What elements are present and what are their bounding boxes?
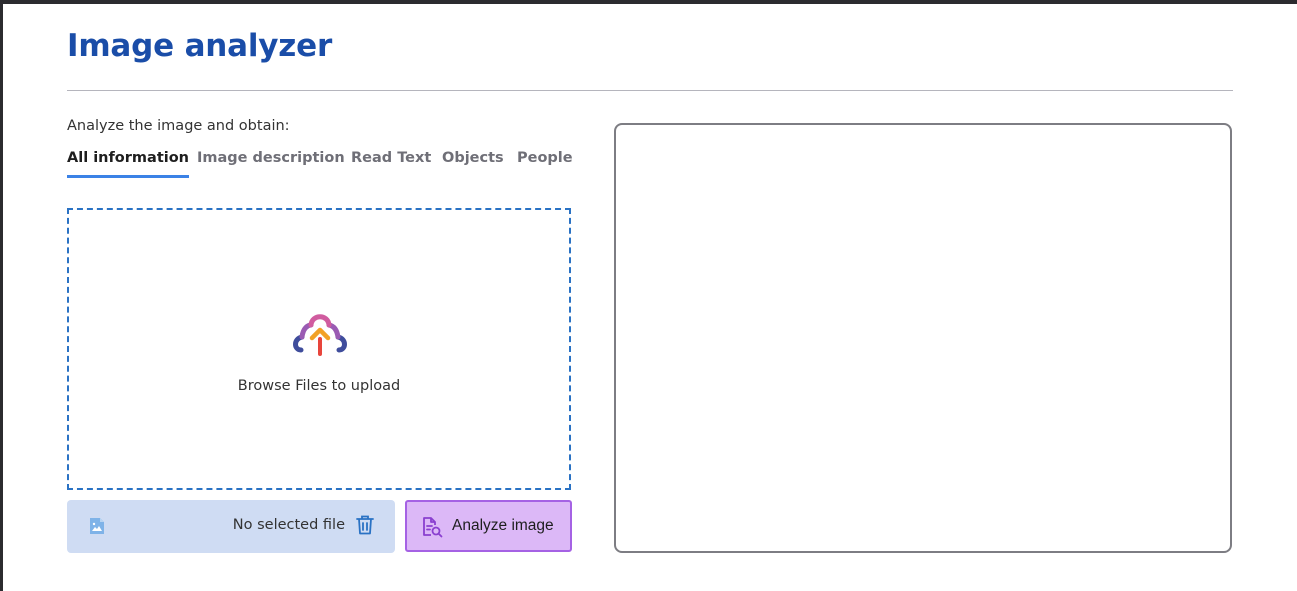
cloud-upload-icon [293, 314, 347, 356]
tab-people[interactable]: People [517, 150, 573, 178]
image-file-icon [90, 518, 104, 534]
tab-objects[interactable]: Objects [442, 150, 504, 178]
selected-file-bar: No selected file [67, 500, 395, 553]
analyze-subtitle: Analyze the image and obtain: [67, 118, 290, 134]
tab-image-description[interactable]: Image description [197, 150, 345, 178]
analyze-button-label: Analyze image [452, 517, 554, 534]
trash-icon[interactable] [356, 515, 374, 535]
title-divider [67, 90, 1233, 91]
analyze-image-button[interactable]: Analyze image [405, 500, 572, 552]
file-name-label: No selected file [232, 517, 345, 533]
dropzone-text: Browse Files to upload [237, 378, 401, 394]
tab-all-information[interactable]: All information [67, 150, 190, 178]
tab-read-text[interactable]: Read Text [351, 150, 431, 178]
window-edge [0, 4, 3, 591]
document-search-icon [423, 517, 443, 538]
upload-dropzone[interactable]: Browse Files to upload [67, 208, 571, 490]
results-panel [614, 123, 1232, 553]
page-title: Image analyzer [67, 28, 333, 64]
